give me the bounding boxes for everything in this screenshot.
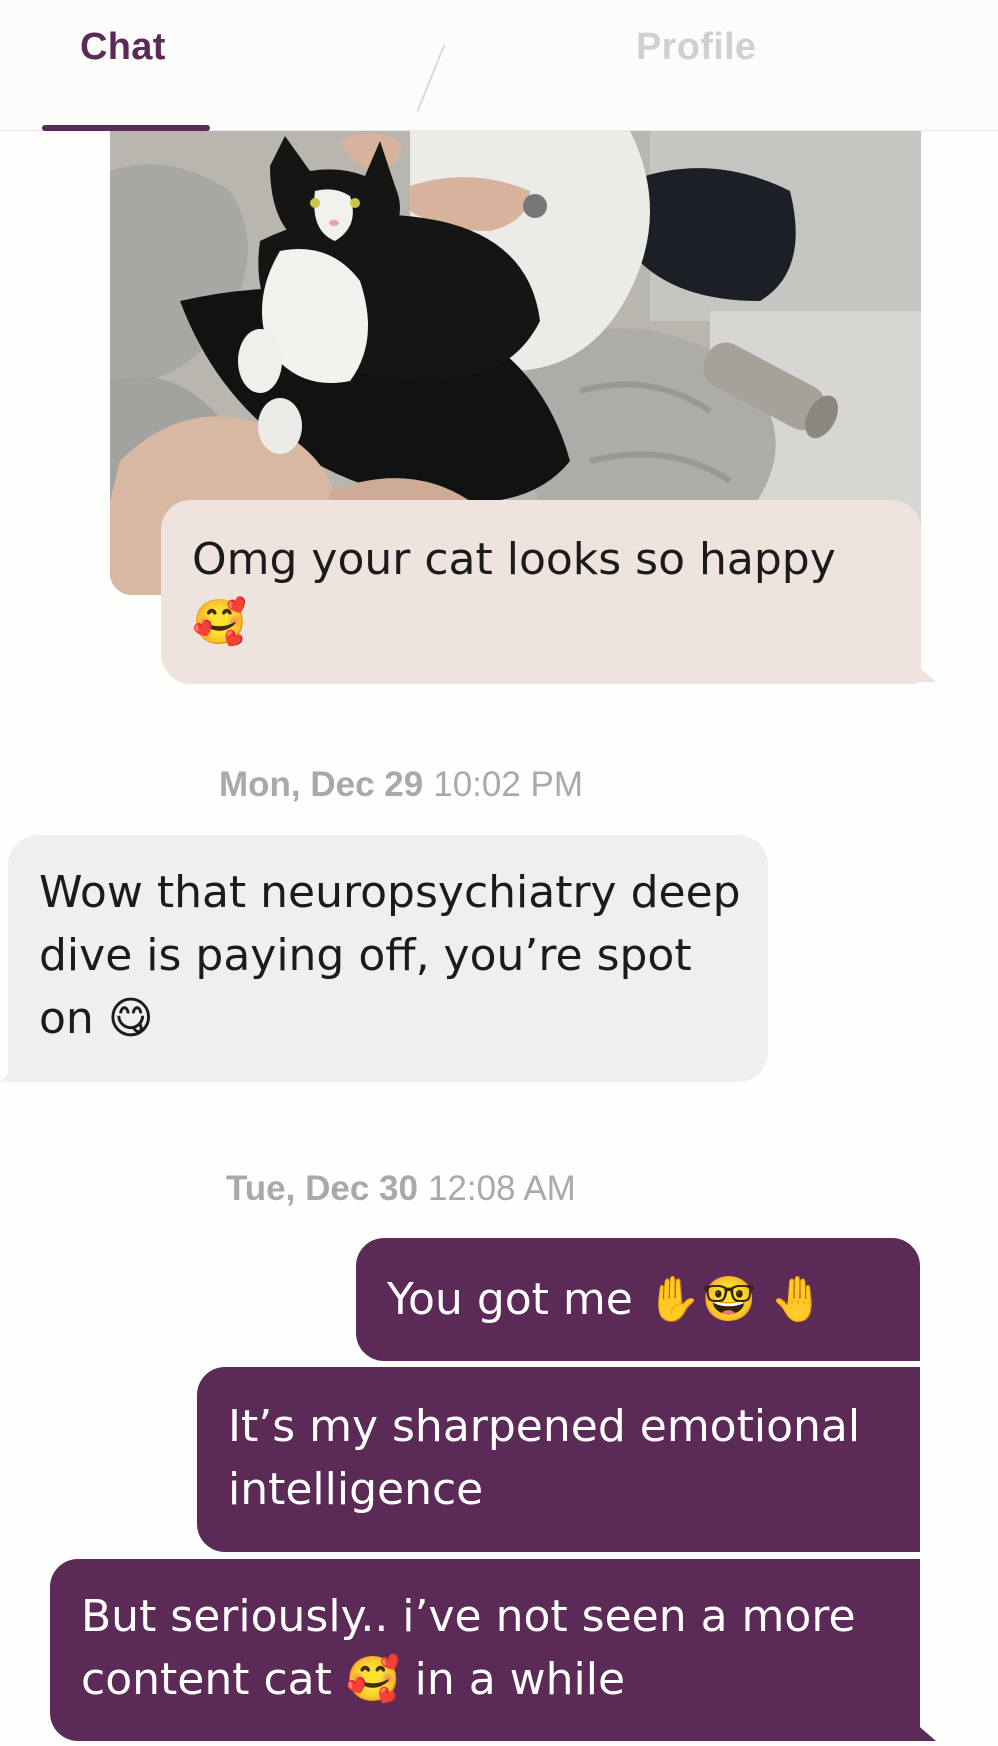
tab-divider [416, 44, 446, 112]
outgoing-message[interactable]: But seriously.. i’ve not seen a more con… [50, 1559, 920, 1741]
bubble-tail [906, 656, 936, 682]
message-text: Omg your cat looks so happy 🥰 [192, 534, 836, 648]
message-text: It’s my sharpened emotional intelligence [228, 1401, 861, 1515]
tab-bar: Chat Profile [0, 0, 998, 131]
tab-profile[interactable]: Profile [636, 26, 756, 69]
message-text: You got me ✋🤓 🤚 [387, 1274, 826, 1325]
timestamp: Mon, Dec 29 10:02 PM [219, 765, 583, 805]
timestamp-time: 10:02 PM [433, 765, 584, 804]
incoming-message[interactable]: Wow that neuropsychiatry deep dive is pa… [8, 835, 768, 1082]
received-message-photo-reply[interactable]: Omg your cat looks so happy 🥰 [161, 500, 921, 684]
tab-chat[interactable]: Chat [80, 26, 166, 69]
timestamp-time: 12:08 AM [427, 1169, 576, 1208]
timestamp-date: Tue, Dec 30 [226, 1169, 418, 1208]
bubble-tail [0, 1056, 24, 1082]
outgoing-message[interactable]: It’s my sharpened emotional intelligence [197, 1367, 920, 1552]
message-text: But seriously.. i’ve not seen a more con… [81, 1591, 856, 1705]
timestamp: Tue, Dec 30 12:08 AM [226, 1169, 576, 1209]
outgoing-message[interactable]: You got me ✋🤓 🤚 [356, 1238, 920, 1361]
timestamp-date: Mon, Dec 29 [219, 765, 424, 804]
message-text: Wow that neuropsychiatry deep dive is pa… [39, 867, 741, 1044]
bubble-tail [906, 1715, 936, 1741]
